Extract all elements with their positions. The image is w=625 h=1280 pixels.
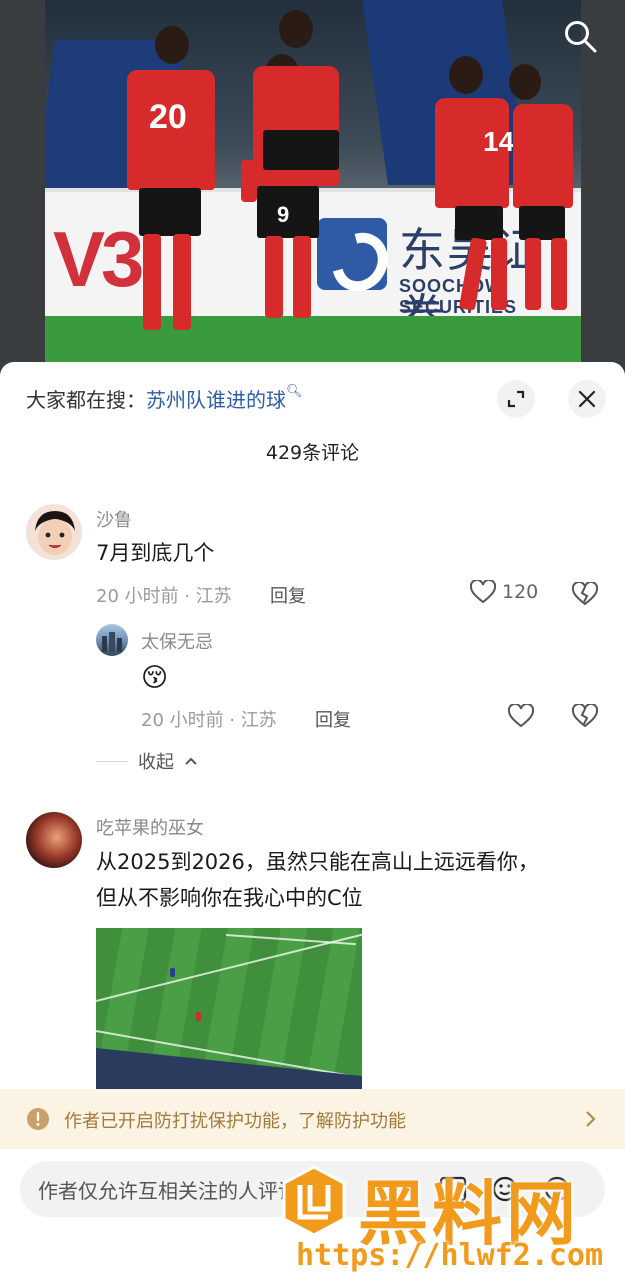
divider (96, 760, 128, 762)
player: 9 (235, 10, 365, 330)
heart-icon[interactable] (508, 704, 534, 728)
chevron-right-icon (586, 1111, 596, 1127)
avatar[interactable] (96, 624, 128, 656)
search-suggestion-prefix: 大家都在搜： (26, 388, 146, 412)
reply-item: 太保无忌 😚 20 小时前 · 江苏 回复 (0, 620, 625, 740)
comment-text-line: 但从不影响你在我心中的C位 (96, 886, 363, 910)
comment-meta: 20 小时前 · 江苏 (96, 586, 232, 607)
player: 14 (425, 56, 581, 326)
comment-text: 😚 (141, 663, 169, 693)
jersey-number: 20 (149, 98, 187, 136)
like-button[interactable]: 120 (470, 580, 538, 604)
close-icon (578, 390, 596, 408)
comment-input-placeholder: 作者仅允许互相关注的人评论 (38, 1179, 298, 1203)
comment-text-line: 从2025到2026，虽然只能在高山上远远看你， (96, 850, 539, 874)
expand-button[interactable] (497, 380, 535, 418)
broken-heart-icon[interactable] (572, 704, 598, 728)
comment-item: 沙鲁 7月到底几个 20 小时前 · 江苏 回复 120 (0, 500, 625, 620)
collapse-replies-button[interactable]: 收起 (96, 748, 198, 774)
collapse-label: 收起 (138, 752, 174, 773)
reply-button[interactable]: 回复 (270, 582, 306, 608)
comment-text: 7月到底几个 (96, 541, 215, 565)
jersey-number: 9 (277, 202, 290, 227)
avatar[interactable] (26, 504, 82, 560)
comment-meta: 20 小时前 · 江苏 (141, 710, 277, 731)
heart-icon (470, 580, 496, 604)
player: 20 (125, 26, 225, 346)
broken-heart-icon[interactable] (572, 582, 598, 606)
watermark-url: https://hlwf2.com (296, 1238, 604, 1273)
protection-notice[interactable]: 作者已开启防打扰保护功能，了解防护功能 (0, 1089, 625, 1149)
search-mini-icon: 🔍︎ (286, 384, 303, 399)
chevron-up-icon (185, 757, 197, 765)
watermark-logo (282, 1165, 346, 1237)
close-button[interactable] (568, 380, 606, 418)
search-icon[interactable] (562, 18, 600, 56)
video-frame[interactable]: V3 东吴证券 SOOCHOW SECURITIES 20 9 (45, 0, 581, 362)
comments-count: 429条评论 (265, 442, 360, 464)
video-background: V3 东吴证券 SOOCHOW SECURITIES 20 9 (0, 0, 625, 380)
search-suggestion[interactable]: 大家都在搜：苏州队谁进的球🔍︎ (26, 384, 303, 413)
sheet-header: 大家都在搜：苏州队谁进的球🔍︎ (0, 362, 625, 432)
comment-image[interactable] (96, 928, 362, 1090)
comment-author[interactable]: 吃苹果的巫女 (96, 814, 204, 840)
comments-sheet: 大家都在搜：苏州队谁进的球🔍︎ 429条评论 沙鲁 7月到底几个 20 小时前 … (0, 362, 625, 1280)
warning-icon (27, 1108, 49, 1130)
reply-button[interactable]: 回复 (315, 706, 351, 732)
jersey-number: 14 (483, 126, 515, 157)
search-suggestion-keyword[interactable]: 苏州队谁进的球 (146, 388, 286, 412)
avatar[interactable] (26, 812, 82, 868)
comment-author[interactable]: 沙鲁 (96, 506, 132, 532)
notice-text: 作者已开启防打扰保护功能，了解防护功能 (64, 1111, 406, 1132)
expand-icon (507, 390, 525, 408)
like-count: 120 (502, 581, 539, 603)
comment-author[interactable]: 太保无忌 (141, 628, 213, 654)
